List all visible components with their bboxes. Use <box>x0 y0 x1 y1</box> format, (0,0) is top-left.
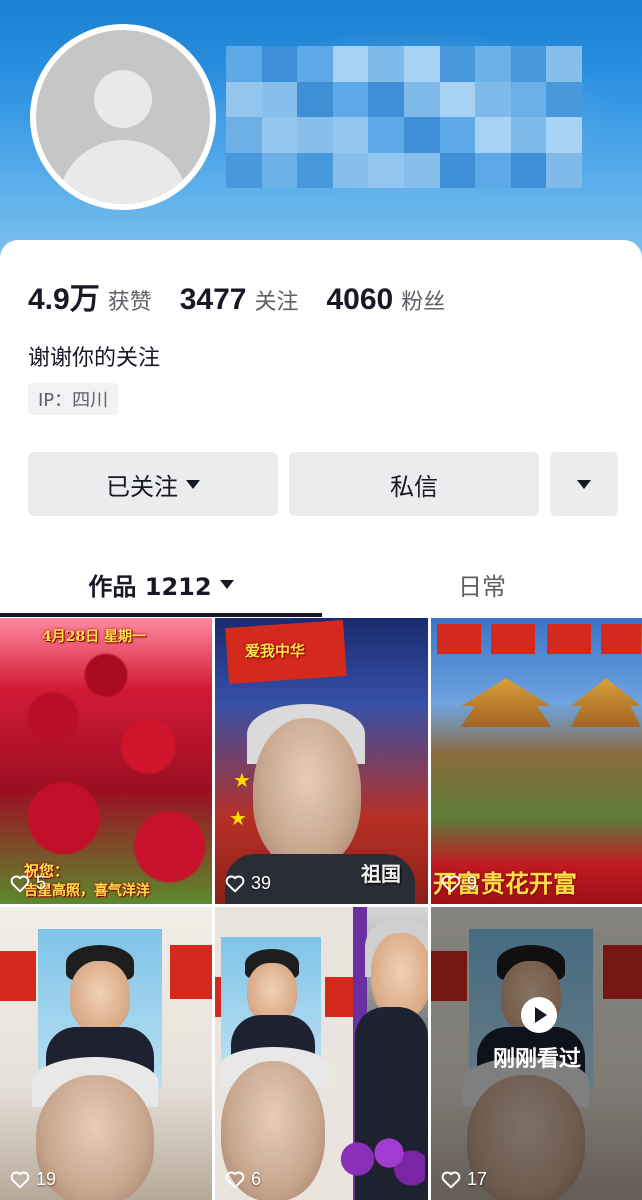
video-likes-count: 39 <box>251 873 272 893</box>
caret-down-icon <box>186 479 200 489</box>
tab-daily-label: 日常 <box>458 572 506 601</box>
caret-down-icon <box>219 579 234 589</box>
pixelated-username <box>226 46 582 188</box>
video-likes: 19 <box>10 1169 56 1190</box>
video-likes-count: 19 <box>36 1169 57 1189</box>
video-likes: 17 <box>441 1169 487 1190</box>
video-likes: 39 <box>225 873 271 894</box>
ip-location-text: IP：四川 <box>38 390 109 411</box>
video-date-text: 4月28日 星期一 <box>42 629 147 645</box>
followed-button[interactable]: 已关注 <box>28 452 278 516</box>
heart-icon <box>441 875 461 892</box>
followers-count[interactable]: 4060 <box>327 283 394 317</box>
heart-icon <box>225 875 245 892</box>
video-thumbnail[interactable]: 爱我中华 ★ ★ 祖国 39 <box>215 618 428 904</box>
video-corner-text: 祖国 <box>361 862 401 886</box>
video-thumbnail[interactable]: 4月28日 星期一 祝您： 吉星高照，喜气洋洋 5 <box>0 618 212 904</box>
more-options-button[interactable] <box>550 452 618 516</box>
video-thumbnail[interactable]: 刚刚看过 17 <box>431 907 642 1200</box>
heart-icon <box>10 1171 30 1188</box>
tab-active-indicator <box>0 613 322 617</box>
video-likes-count: 9 <box>467 873 478 893</box>
video-grid: 4月28日 星期一 祝您： 吉星高照，喜气洋洋 5 爱我中华 ★ ★ 祖国 39… <box>0 618 642 1200</box>
video-likes-count: 6 <box>251 1169 262 1189</box>
ip-location-tag: IP：四川 <box>28 383 119 415</box>
tab-works-label: 作品 1212 <box>88 572 212 601</box>
tab-daily[interactable]: 日常 <box>322 552 642 616</box>
video-thumbnail[interactable]: 开富贵花开富 9 <box>431 618 642 904</box>
video-likes: 5 <box>10 873 46 894</box>
video-likes-count: 5 <box>36 873 47 893</box>
likes-count[interactable]: 4.9万 <box>28 274 100 318</box>
caret-down-icon <box>577 479 591 489</box>
followers-label: 粉丝 <box>401 290 446 315</box>
video-thumbnail[interactable]: 19 <box>0 907 212 1200</box>
default-avatar-icon <box>36 30 210 204</box>
video-thumbnail[interactable]: 6 <box>215 907 428 1200</box>
content-tabs: 作品 1212 日常 <box>0 552 642 618</box>
heart-icon <box>441 1171 461 1188</box>
profile-bio: 谢谢你的关注 <box>28 346 161 371</box>
tab-works[interactable]: 作品 1212 <box>0 552 322 616</box>
heart-icon <box>10 875 30 892</box>
heart-icon <box>225 1171 245 1188</box>
play-icon <box>521 997 557 1033</box>
video-banner-text: 爱我中华 <box>245 642 306 660</box>
followed-button-label: 已关注 <box>106 472 178 501</box>
following-count[interactable]: 3477 <box>180 283 247 317</box>
video-likes-count: 17 <box>467 1169 488 1189</box>
message-button-label: 私信 <box>390 472 438 501</box>
profile-stats: 4.9万 获赞 3477 关注 4060 粉丝 <box>28 274 473 317</box>
following-label: 关注 <box>254 290 299 315</box>
video-likes: 6 <box>225 1169 261 1190</box>
message-button[interactable]: 私信 <box>289 452 539 516</box>
avatar[interactable] <box>30 24 216 210</box>
recently-viewed-label: 刚刚看过 <box>492 1047 581 1072</box>
likes-label: 获赞 <box>107 290 152 315</box>
video-likes: 9 <box>441 873 477 894</box>
